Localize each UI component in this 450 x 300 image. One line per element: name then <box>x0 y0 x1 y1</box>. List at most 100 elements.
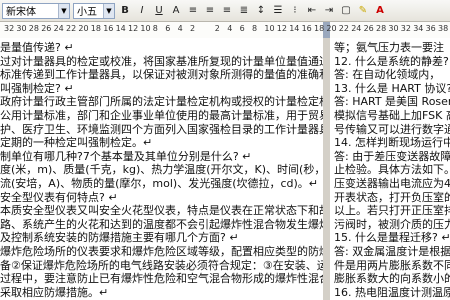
ruler-tick-label: 14 <box>115 24 126 33</box>
ruler-tick-label: 30 <box>16 24 27 33</box>
ruler-tick-label: 18 <box>90 24 101 33</box>
font-size-combo[interactable]: 小五 ▼ <box>73 2 115 19</box>
document-line: 16. 热电阻温度计测温原理是什 <box>334 285 450 299</box>
document-line: 路、系统产生的火花和达到的温度都不会引起爆炸性混合物发生爆炸。↵ <box>0 217 323 231</box>
document-line: 12. 什么是系统的静差? ↵ <box>334 54 450 68</box>
ruler-tick-label: 24 <box>53 24 64 33</box>
align-center-icon[interactable]: ≡ <box>203 3 217 19</box>
document-line: 安全型仪表有何特点? ↵ <box>0 190 118 204</box>
document-line: 标准传递到工作计量器具，以保证对被测对象所测得的量值的准确和一致。↵ <box>0 68 323 82</box>
font-color-button[interactable]: A <box>373 3 387 19</box>
ruler-tick-label: 16 <box>103 24 114 33</box>
document-line: 制单位有哪几种?7个基本量及其单位分别是什么? ↵ <box>0 149 252 163</box>
document-line: 流(安培，A)、物质的量(摩尔，mol)、发光强度(坎德拉，cd)。↵ <box>0 177 319 190</box>
document-line: 止检验。具体方法如下。↵ <box>334 163 450 177</box>
ruler-tick-label: 6 <box>165 24 171 33</box>
document-line: 14. 怎样判断现场运行中差压变送 <box>334 136 450 150</box>
justify-icon[interactable]: ≣ <box>237 3 251 19</box>
ruler-tick-label: 20 <box>78 24 89 33</box>
ruler-tick-label: 8 <box>252 24 258 33</box>
ruler-tick-label: 22 <box>66 24 77 33</box>
ruler-tick-label: 38 <box>438 24 449 33</box>
ruler-tick-label: 26 <box>41 24 52 33</box>
char-scale-button[interactable]: A <box>169 3 183 19</box>
ruler-tick-label: 10 <box>140 24 151 33</box>
ruler-tick-label: 22 <box>338 24 349 33</box>
highlight-icon[interactable]: ✎ <box>356 3 370 19</box>
document-line: 本质安全型仪表又叫安全火花型仪表，特点是仪表在正常状态下和故障状态下， <box>0 204 323 218</box>
document-line: 爆炸危险场所的仪表要求和爆炸危险区域等级，配置相应类型的防爆仪表和电器设 <box>0 245 323 258</box>
ruler-tick-label: 18 <box>314 24 325 33</box>
font-size-value: 小五 <box>77 7 97 18</box>
document-line: 压变送器输出电流应为4mA。 <box>334 177 450 190</box>
document-line: 件是用两片膨胀系数不同的 <box>334 258 450 272</box>
font-name-combo[interactable]: 新宋体 ▼ <box>2 2 70 19</box>
numbering-icon[interactable]: ☰ <box>271 3 285 19</box>
document-line: 号传输又可以进行数字通信， <box>334 122 450 136</box>
document-line: 采取相应防爆措施。↵ <box>0 285 109 299</box>
border-icon[interactable]: ▢ <box>339 3 353 19</box>
bold-button[interactable]: B <box>118 3 132 19</box>
bullets-icon[interactable]: ⁝ <box>288 3 302 19</box>
chevron-down-icon[interactable]: ▼ <box>58 3 69 18</box>
ruler-tick-label: 6 <box>239 24 245 33</box>
ruler-tick-label: 10 <box>264 24 275 33</box>
document-line: 等；氨气压力表一要注 <box>334 41 444 54</box>
horizontal-ruler[interactable]: 32 30 28 26 24 22 20 18 16 14 12 10 8 6 4 2 2 4 6 8 10 12 14 16… <box>0 22 450 39</box>
italic-button[interactable]: I <box>135 3 149 19</box>
ruler-tick-label: 12 <box>128 24 139 33</box>
page-gap-divider <box>323 38 330 300</box>
ruler-tick-label: 12 <box>276 24 287 33</box>
ruler-tick-label: 4 <box>227 24 233 33</box>
document-line: 答: 由于差压变送器故障多是零点 <box>334 149 450 163</box>
document-line: 以上。若只打开正压室排污阀 <box>334 204 450 218</box>
ruler-tick-label: 2 <box>190 24 196 33</box>
document-line: 护、医疗卫生、环境监测四个方面列入国家强检目录的工作计量器具，实行定 <box>0 122 323 136</box>
align-left-icon[interactable]: ≡ <box>186 3 200 19</box>
ruler-tick-label: 36 <box>425 24 436 33</box>
document-line: 答: HART 是美国 Rosemount 公 <box>334 95 450 109</box>
ruler-tick-label: 28 <box>376 24 387 33</box>
align-right-icon[interactable]: ≡ <box>220 3 234 19</box>
decrease-indent-icon[interactable]: ⇤ <box>305 3 319 19</box>
document-line: 13. 什么是 HART 协议? ↵ <box>334 81 450 95</box>
ruler-tick-label: 4 <box>177 24 183 33</box>
font-name-value: 新宋体 <box>6 7 36 18</box>
document-line: 定期的一种检定叫强制检定。↵ <box>0 136 153 150</box>
document-line: 及控制系统安装的防爆措施主要有哪几个方面? ↵ <box>0 231 239 245</box>
document-line: 政府计量行政主管部门所属的法定计量检定机构或授权的计量检定机构，对社 <box>0 95 323 109</box>
document-line: 度(米，m)、质量(千克，kg)、热力学温度(开尔文，K)、时间(秒，s)、 <box>0 163 323 177</box>
document-line: 叫强制检定? ↵ <box>0 81 74 95</box>
formatting-toolbar: 新宋体 ▼ 小五 ▼ B I U A ≡ ≡ ≡ ≣ ↕ ☰ ⁝ ⇤ ⇥ ▢ ✎… <box>0 0 450 22</box>
document-line: 过程中，要注意防止已有爆炸性危险和空气混合物形成的爆炸性混合物，工作时， <box>0 272 323 286</box>
ruler-tick-label: 8 <box>152 24 158 33</box>
document-line: 开表状态，打开负压室的排污 <box>334 190 450 204</box>
ruler-tick-label: 28 <box>28 24 39 33</box>
line-spacing-icon[interactable]: ↕ <box>254 3 268 19</box>
document-line: 过对计量器具的检定或校准，将国家基准所复现的计量单位量值通过各等级计 <box>0 54 323 68</box>
document-line: 答: 双金属温度计是根据长度随 <box>334 245 450 258</box>
ruler-tick-label: 30 <box>388 24 399 33</box>
ruler-tick-label: 14 <box>289 24 300 33</box>
document-line: 答: 在自动化领域内， <box>334 68 441 82</box>
ruler-tick-label: 34 <box>413 24 424 33</box>
underline-button[interactable]: U <box>152 3 166 19</box>
ruler-tick-label: 24 <box>351 24 362 33</box>
document-line: 公用计量标准，部门和企业事业单位使用的最高计量标准，用于贸易结算、安全 <box>0 109 323 122</box>
increase-indent-icon[interactable]: ⇥ <box>322 3 336 19</box>
document-page-right[interactable]: 等；氨气压力表一要注 12. 什么是系统的静差? ↵ 答: 在自动化领域内， 13. … <box>330 38 450 300</box>
ruler-tick-label: 26 <box>363 24 374 33</box>
document-line: 膨胀系数大的向系数小的一 <box>334 272 450 286</box>
ruler-tick-label: 32 <box>400 24 411 33</box>
document-line: 是量值传递? ↵ <box>0 41 74 54</box>
ruler-tick-label: 20 <box>326 24 337 33</box>
document-page-left[interactable]: 是量值传递? ↵过对计量器具的检定或校准，将国家基准所复现的计量单位量值通过各等… <box>0 38 323 300</box>
chevron-down-icon[interactable]: ▼ <box>103 3 114 18</box>
document-line: 备②保证爆炸危险场所的电气线路安装必须符合规定：③在安装、运行、维护、检 <box>0 258 323 272</box>
ruler-tick-label: 16 <box>301 24 312 33</box>
ruler-tick-label: 32 <box>4 24 15 33</box>
document-line: 污阀时，被测介质的压力不变 <box>334 217 450 231</box>
document-line: 模拟信号基础上加FSK 高频信 <box>334 109 450 122</box>
ruler-tick-label: 2 <box>214 24 220 33</box>
document-line: 15. 什么是量程迁移? ↵ <box>334 231 450 245</box>
